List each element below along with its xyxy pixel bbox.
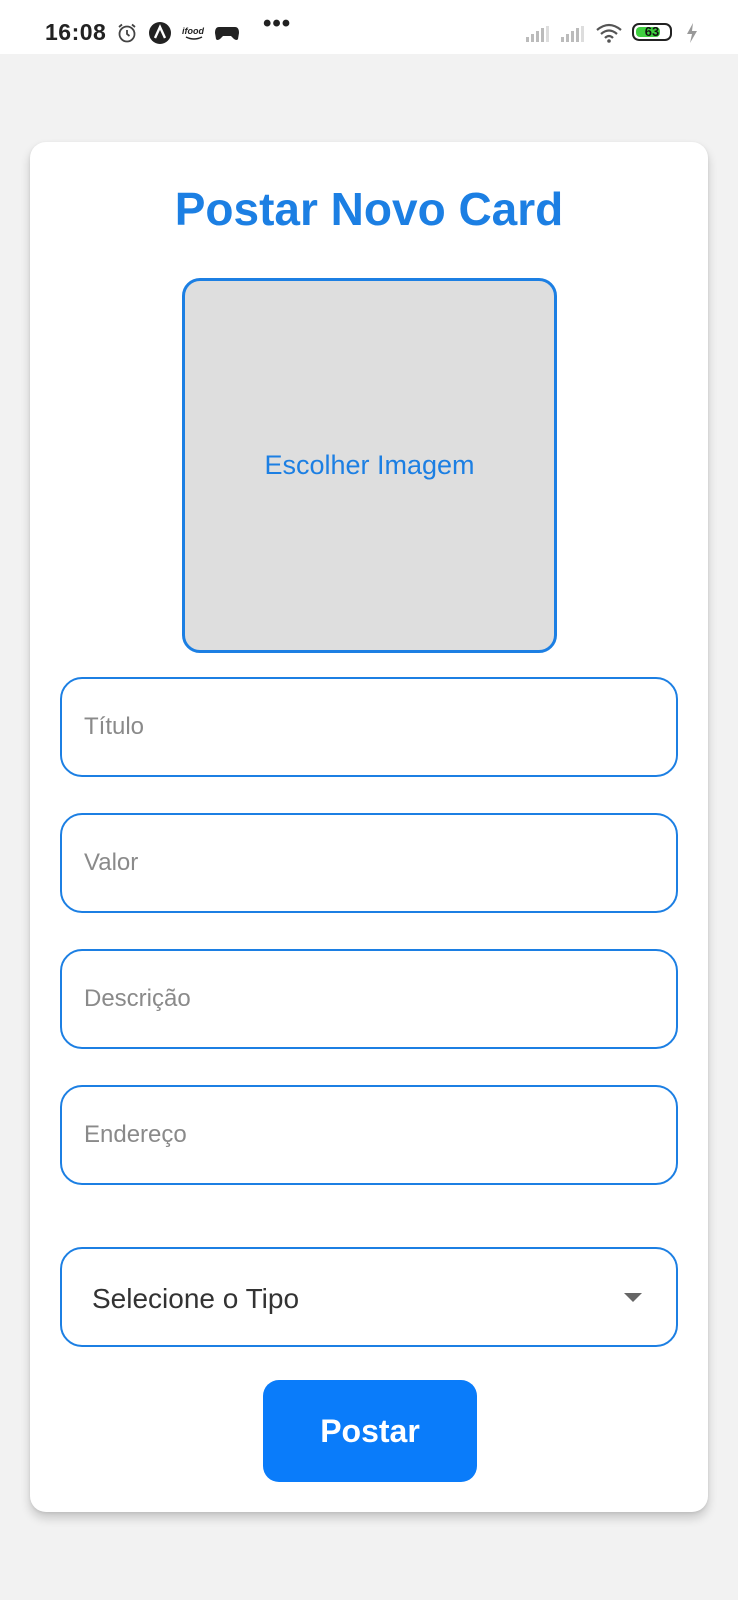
wifi-icon — [596, 23, 622, 43]
choose-image-button[interactable]: Escolher Imagem — [182, 278, 557, 653]
endereco-input[interactable] — [84, 1087, 654, 1183]
post-button[interactable]: Postar — [263, 1380, 477, 1482]
svg-text:ifood: ifood — [182, 26, 204, 36]
titulo-input[interactable] — [84, 679, 654, 775]
descricao-input[interactable] — [84, 951, 654, 1047]
ifood-icon: ifood — [182, 26, 204, 40]
battery-icon: 63 — [632, 23, 672, 41]
type-select-value: Selecione o Tipo — [92, 1283, 300, 1314]
status-bar: 16:08 ifood ••• 63 — [0, 0, 738, 54]
signal-icon — [526, 26, 549, 42]
app-a-icon — [149, 22, 171, 44]
status-time: 16:08 — [45, 19, 107, 45]
choose-image-label: Escolher Imagem — [264, 450, 475, 480]
dropdown-caret-icon — [624, 1293, 642, 1302]
titulo-field[interactable] — [60, 677, 678, 777]
endereco-field[interactable] — [60, 1085, 678, 1185]
signal-icon — [561, 26, 584, 42]
alarm-icon — [118, 23, 136, 43]
valor-field[interactable] — [60, 813, 678, 913]
post-button-label: Postar — [320, 1412, 420, 1449]
valor-input[interactable] — [84, 815, 654, 911]
post-card-form: Postar Novo Card Escolher Imagem Selecio… — [30, 142, 708, 1512]
battery-level: 63 — [644, 24, 660, 39]
page-title: Postar Novo Card — [174, 183, 564, 235]
charging-icon — [687, 23, 697, 43]
gamepad-icon — [215, 27, 239, 40]
type-select[interactable]: Selecione o Tipo — [60, 1247, 678, 1347]
more-dots-icon: ••• — [263, 10, 292, 37]
descricao-field[interactable] — [60, 949, 678, 1049]
